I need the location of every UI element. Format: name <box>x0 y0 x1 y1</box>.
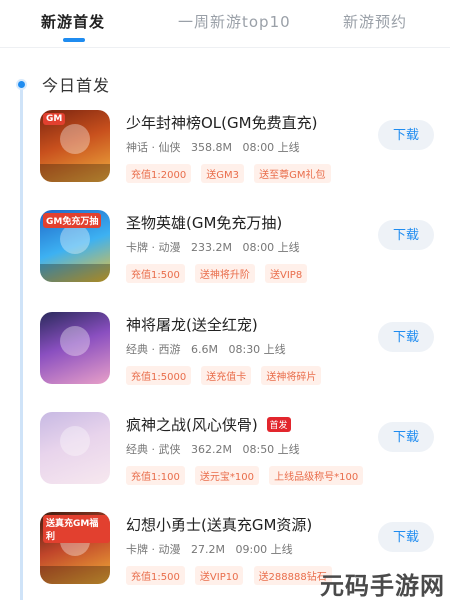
game-tags: 充值1:500 送VIP10 送288888钻石 <box>126 565 337 585</box>
download-button[interactable]: 下载 <box>378 220 434 250</box>
game-time: 08:00 上线 <box>242 141 300 154</box>
game-thumbnail[interactable]: GM免充万抽 <box>40 210 110 282</box>
thumb-banner <box>40 566 110 584</box>
benefit-tag: 送神将碎片 <box>261 366 322 385</box>
benefit-tag: 上线品级称号*100 <box>269 466 364 485</box>
game-meta: 卡牌 · 动漫 27.2M 09:00 上线 <box>126 541 300 557</box>
download-button[interactable]: 下载 <box>378 322 434 352</box>
thumb-label: GM免充万抽 <box>43 213 102 228</box>
game-tags: 充值1:100 送元宝*100 上线品级称号*100 <box>126 465 368 485</box>
download-button[interactable]: 下载 <box>378 422 434 452</box>
game-item[interactable]: GM 少年封神榜OL(GM免费直充) 神话 · 仙侠 358.8M 08:00 … <box>40 108 450 204</box>
game-name[interactable]: 少年封神榜OL(GM免费直充) <box>126 112 317 133</box>
game-time: 09:00 上线 <box>235 543 293 556</box>
game-size: 362.2M <box>191 443 232 456</box>
game-name[interactable]: 疯神之战(风心侠骨) 首发 <box>126 414 291 435</box>
game-time: 08:50 上线 <box>242 443 300 456</box>
timeline-line <box>20 86 23 600</box>
benefit-tag: 充值1:500 <box>126 264 185 283</box>
benefit-tag: 送充值卡 <box>201 366 252 385</box>
game-meta: 经典 · 武侠 362.2M 08:50 上线 <box>126 441 307 457</box>
game-item[interactable]: GM免充万抽 圣物英雄(GM免充万抽) 卡牌 · 动漫 233.2M 08:00… <box>40 208 450 304</box>
tab-new-release[interactable]: 新游首发 <box>41 11 105 32</box>
game-thumbnail[interactable]: GM <box>40 110 110 182</box>
benefit-tag: 充值1:500 <box>126 566 185 585</box>
game-thumbnail[interactable]: 送真充GM福利 <box>40 512 110 584</box>
timeline-dot <box>16 79 27 90</box>
game-time: 08:30 上线 <box>228 343 286 356</box>
game-art <box>60 326 90 356</box>
game-size: 358.8M <box>191 141 232 154</box>
game-tags: 充值1:2000 送GM3 送至尊GM礼包 <box>126 163 336 183</box>
game-thumbnail[interactable] <box>40 312 110 384</box>
game-tags: 充值1:5000 送充值卡 送神将碎片 <box>126 365 326 385</box>
game-title: 疯神之战(风心侠骨) <box>126 416 258 434</box>
thumb-label: 送真充GM福利 <box>43 515 110 543</box>
game-meta: 神话 · 仙侠 358.8M 08:00 上线 <box>126 139 307 155</box>
game-size: 233.2M <box>191 241 232 254</box>
game-item[interactable]: 神将屠龙(送全红宠) 经典 · 西游 6.6M 08:30 上线 充值1:500… <box>40 310 450 406</box>
download-button[interactable]: 下载 <box>378 522 434 552</box>
benefit-tag: 送至尊GM礼包 <box>254 164 331 183</box>
benefit-tag: 送GM3 <box>201 164 245 183</box>
active-tab-indicator <box>63 38 85 42</box>
game-size: 27.2M <box>191 543 225 556</box>
section-title: 今日首发 <box>42 76 111 95</box>
game-meta: 经典 · 西游 6.6M 08:30 上线 <box>126 341 293 357</box>
site-watermark: 元码手游网 <box>320 572 445 600</box>
thumb-label: GM <box>43 113 66 125</box>
game-art <box>60 124 90 154</box>
game-tags: 充值1:500 送神将升阶 送VIP8 <box>126 263 312 283</box>
benefit-tag: 送神将升阶 <box>194 264 255 283</box>
game-size: 6.6M <box>191 343 218 356</box>
game-time: 08:00 上线 <box>242 241 300 254</box>
game-meta: 卡牌 · 动漫 233.2M 08:00 上线 <box>126 239 307 255</box>
game-name[interactable]: 幻想小勇士(送真充GM资源) <box>126 514 312 535</box>
game-category: 经典 · 西游 <box>126 343 181 356</box>
game-thumbnail[interactable] <box>40 412 110 484</box>
thumb-banner <box>40 264 110 282</box>
first-release-badge: 首发 <box>266 417 291 432</box>
benefit-tag: 送VIP8 <box>265 264 308 283</box>
benefit-tag: 充值1:5000 <box>126 366 192 385</box>
benefit-tag: 充值1:2000 <box>126 164 192 183</box>
game-category: 神话 · 仙侠 <box>126 141 181 154</box>
game-art <box>60 224 90 254</box>
game-category: 经典 · 武侠 <box>126 443 181 456</box>
thumb-banner <box>40 164 110 182</box>
game-category: 卡牌 · 动漫 <box>126 241 181 254</box>
game-item[interactable]: 疯神之战(风心侠骨) 首发 经典 · 武侠 362.2M 08:50 上线 充值… <box>40 410 450 506</box>
game-art <box>60 426 90 456</box>
benefit-tag: 送VIP10 <box>194 566 244 585</box>
benefit-tag: 充值1:100 <box>126 466 185 485</box>
benefit-tag: 送元宝*100 <box>194 466 260 485</box>
top-tab-bar: 新游首发 一周新游top10 新游预约 <box>0 0 450 48</box>
tab-reservation[interactable]: 新游预约 <box>343 11 407 32</box>
tab-weekly-top10[interactable]: 一周新游top10 <box>178 11 291 32</box>
game-category: 卡牌 · 动漫 <box>126 543 181 556</box>
game-name[interactable]: 圣物英雄(GM免充万抽) <box>126 212 282 233</box>
game-name[interactable]: 神将屠龙(送全红宠) <box>126 314 258 335</box>
download-button[interactable]: 下载 <box>378 120 434 150</box>
